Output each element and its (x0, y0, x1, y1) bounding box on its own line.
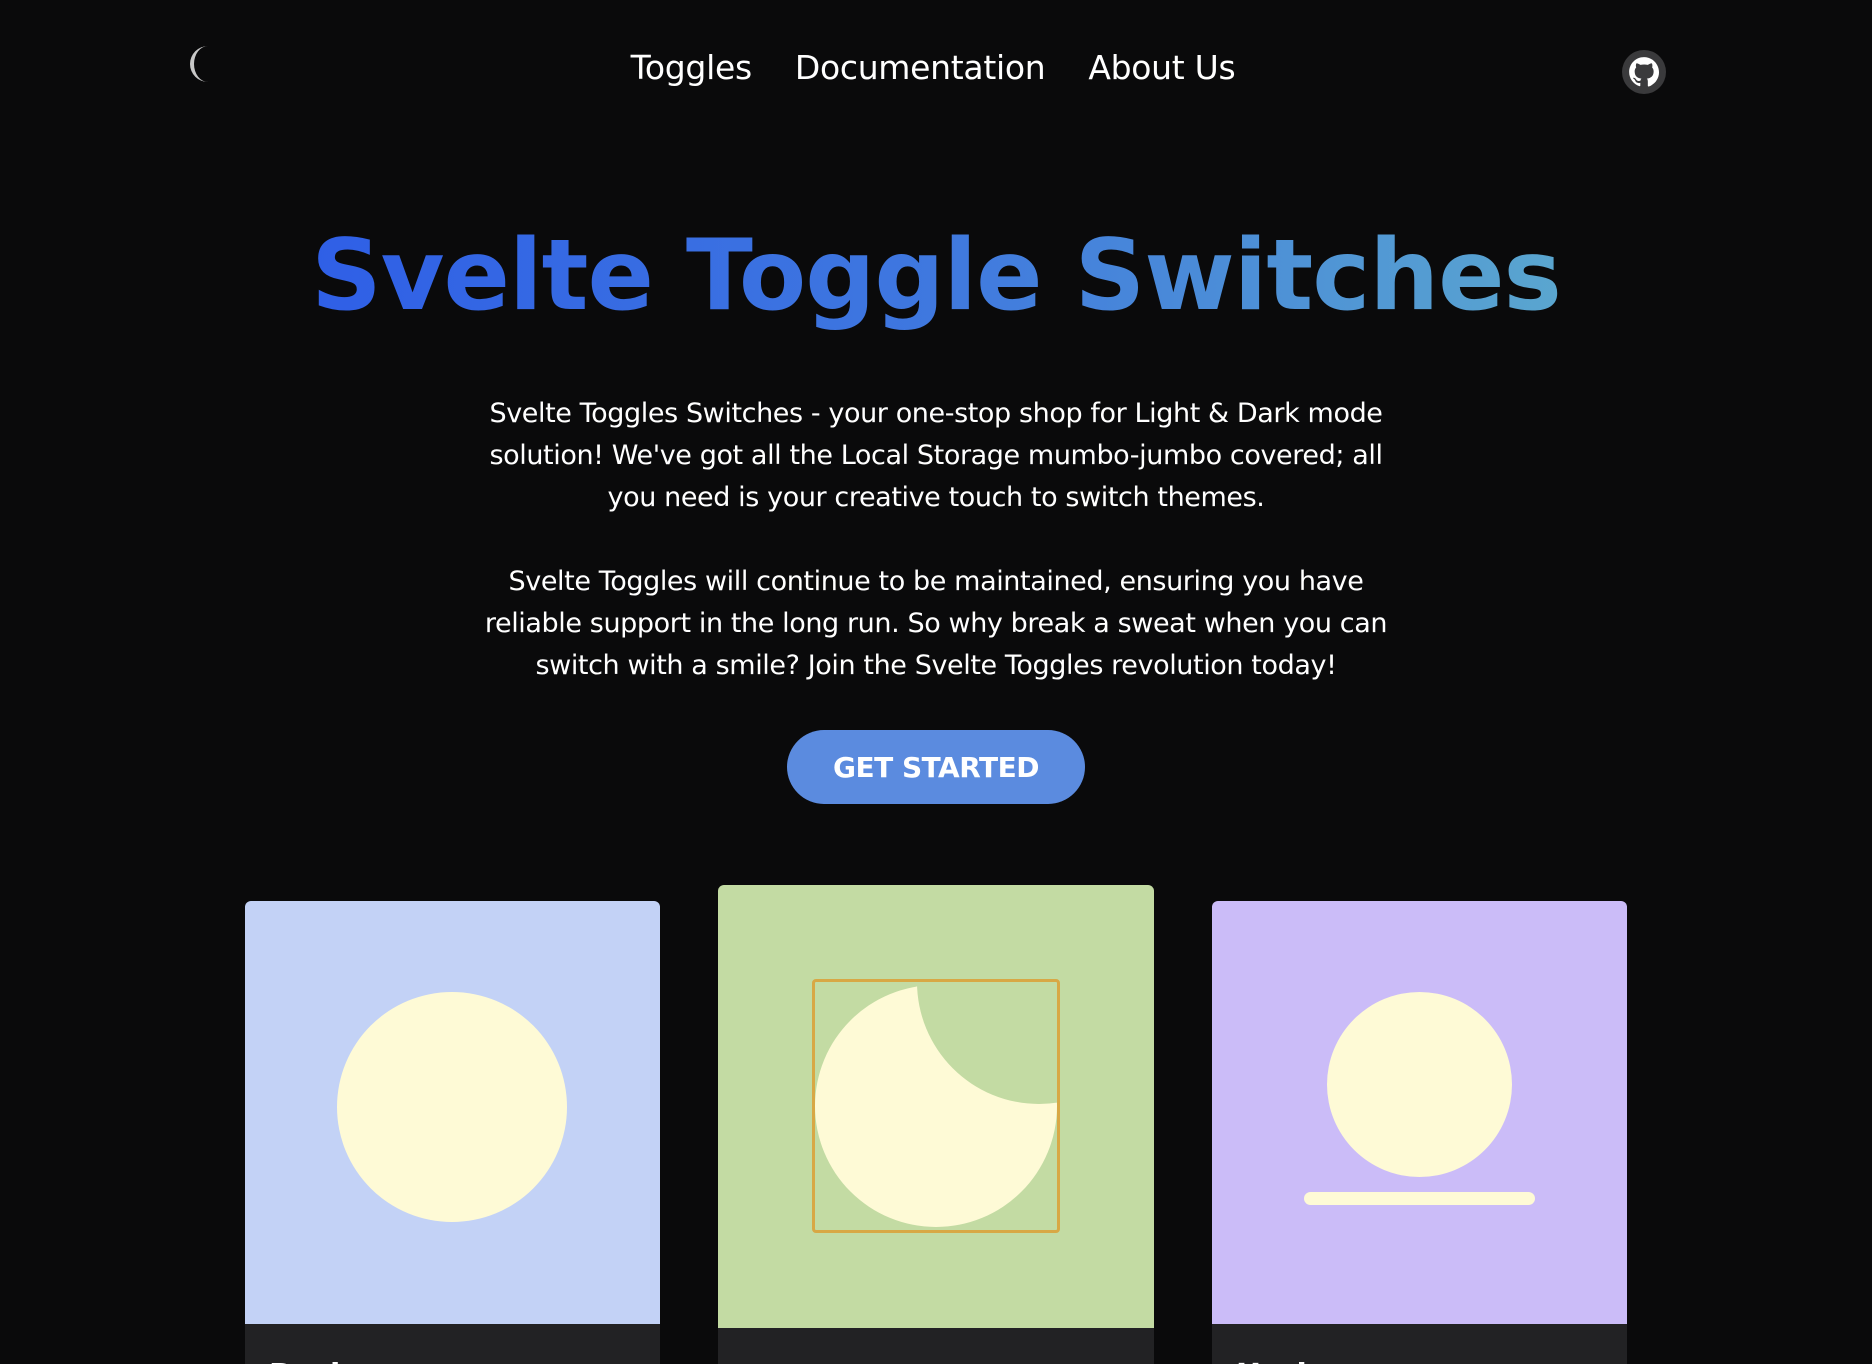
github-link[interactable] (1622, 50, 1666, 94)
horizon-line (1304, 1192, 1535, 1205)
eclipse-icon (815, 985, 1057, 1227)
toggle-card-basic[interactable]: Basic (245, 901, 660, 1364)
intro-paragraph-2: Svelte Toggles will continue to be maint… (484, 566, 1388, 681)
hero-title: Svelte Toggle Switches (311, 219, 1562, 333)
sun-icon (337, 992, 567, 1222)
toggle-card-horizon[interactable]: Horizon (1212, 901, 1627, 1364)
card-title: Eclipse (718, 1328, 1154, 1364)
card-preview (245, 901, 660, 1324)
page: Toggles Documentation About Us Svelte To… (0, 0, 1872, 1364)
card-preview (718, 885, 1154, 1328)
nav-about-us-link[interactable]: About Us (1088, 48, 1235, 87)
card-title: Basic (245, 1324, 660, 1364)
get-started-button[interactable]: GET STARTED (787, 730, 1085, 804)
card-preview (1212, 901, 1627, 1324)
nav-toggles-link[interactable]: Toggles (631, 48, 753, 87)
hero-description: Svelte Toggles Switches - your one-stop … (476, 393, 1396, 687)
main-nav: Toggles Documentation About Us (0, 48, 1869, 87)
sun-icon (1327, 992, 1512, 1177)
intro-paragraph-1: Svelte Toggles Switches - your one-stop … (489, 398, 1383, 513)
github-icon (1629, 57, 1660, 87)
nav-documentation-link[interactable]: Documentation (795, 48, 1046, 87)
focus-ring (812, 979, 1060, 1233)
card-title: Horizon (1212, 1324, 1627, 1364)
toggle-card-eclipse[interactable]: Eclipse (718, 885, 1154, 1364)
